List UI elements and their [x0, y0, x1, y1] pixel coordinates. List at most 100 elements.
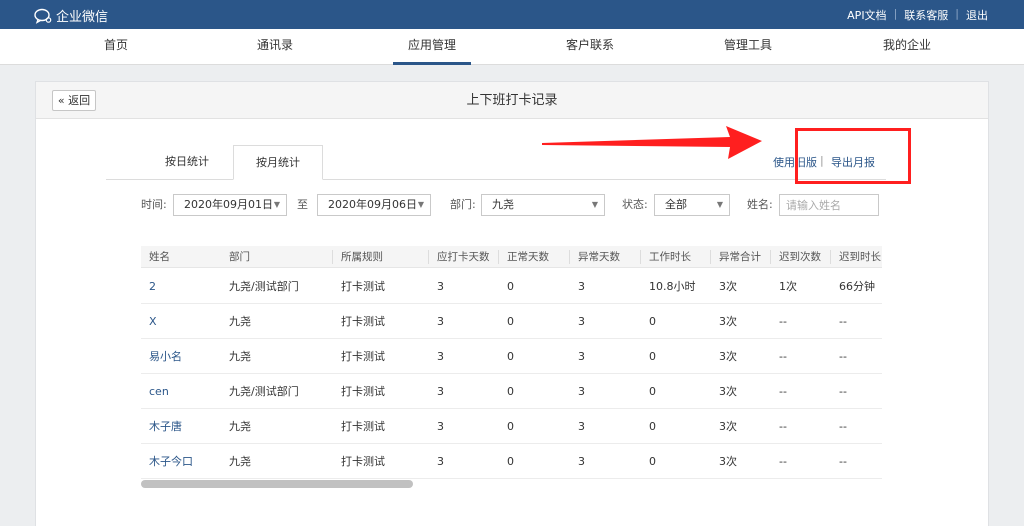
main-nav: 首页 通讯录 应用管理 客户联系 管理工具 我的企业	[0, 29, 1024, 65]
column-header[interactable]: 部门	[221, 246, 333, 268]
table-cell: 打卡测试	[341, 420, 385, 433]
table-cell: 3	[437, 350, 444, 363]
table-cell: 0	[507, 420, 514, 433]
table-cell: 3次	[719, 455, 737, 468]
table-cell: --	[839, 420, 847, 433]
status-label: 状态:	[622, 198, 648, 211]
employee-name-link[interactable]: X	[141, 304, 221, 339]
tab-monthly-stats[interactable]: 按月统计	[233, 145, 323, 180]
time-label: 时间:	[141, 198, 167, 211]
employee-name-link[interactable]: cen	[141, 374, 221, 409]
table-cell: 10.8小时	[649, 280, 696, 293]
chevron-down-icon: ▼	[591, 200, 598, 209]
employee-name-link[interactable]: 木子今口	[141, 444, 221, 479]
wecom-logo-icon	[34, 8, 52, 24]
table-cell: 打卡测试	[341, 280, 385, 293]
contact-support-link[interactable]: 联系客服	[904, 7, 948, 23]
table-row[interactable]: 木子今口 九尧 打卡测试 3 0 3 0 3次 -- --	[141, 444, 882, 479]
table-cell: 九尧/测试部门	[229, 385, 299, 398]
employee-name-link[interactable]: 木子唐	[141, 409, 221, 444]
table-cell: 3次	[719, 350, 737, 363]
table-cell: 0	[649, 385, 656, 398]
red-arrow-annotation	[542, 126, 762, 159]
column-header[interactable]: 应打卡天数	[429, 246, 499, 268]
table-cell: --	[839, 315, 847, 328]
column-header[interactable]: 工作时长	[641, 246, 711, 268]
api-docs-link[interactable]: API文档	[847, 7, 886, 23]
name-label: 姓名:	[747, 198, 773, 211]
table-cell: 3次	[719, 280, 737, 293]
nav-home[interactable]: 首页	[94, 29, 138, 65]
to-label: 至	[297, 198, 308, 211]
table-cell: 3	[578, 455, 585, 468]
table-cell: --	[839, 350, 847, 363]
table-row[interactable]: 易小名 九尧 打卡测试 3 0 3 0 3次 -- --	[141, 339, 882, 374]
table-cell: 九尧	[229, 420, 251, 433]
table-row[interactable]: X 九尧 打卡测试 3 0 3 0 3次 -- --	[141, 304, 882, 339]
table-cell: 3	[437, 385, 444, 398]
status-value: 全部	[665, 198, 687, 211]
name-search-input[interactable]	[779, 194, 879, 216]
table-cell: 九尧/测试部门	[229, 280, 299, 293]
employee-name-link[interactable]: 易小名	[141, 339, 221, 374]
table-cell: 3	[578, 315, 585, 328]
nav-customer-contact[interactable]: 客户联系	[560, 29, 620, 65]
table-cell: 0	[649, 420, 656, 433]
table-cell: 0	[507, 315, 514, 328]
table-cell: --	[779, 455, 787, 468]
table-cell: 打卡测试	[341, 350, 385, 363]
table-cell: 0	[649, 350, 656, 363]
table-cell: 1次	[779, 280, 797, 293]
column-header[interactable]: 所属规则	[333, 246, 429, 268]
table-cell: 0	[507, 350, 514, 363]
table-cell: 3	[578, 385, 585, 398]
table-cell: 0	[649, 455, 656, 468]
status-select[interactable]: 全部 ▼	[654, 194, 730, 216]
tab-daily-stats[interactable]: 按日统计	[150, 145, 224, 180]
table-row[interactable]: 木子唐 九尧 打卡测试 3 0 3 0 3次 -- --	[141, 409, 882, 444]
back-button[interactable]: « 返回	[52, 90, 96, 111]
column-header[interactable]: 迟到次数	[771, 246, 831, 268]
employee-name-link[interactable]: 2	[141, 269, 221, 304]
column-header[interactable]: 姓名	[141, 246, 221, 268]
column-header[interactable]: 迟到时长	[831, 246, 882, 268]
column-header[interactable]: 正常天数	[499, 246, 570, 268]
start-date-value: 2020年09月01日	[184, 198, 273, 211]
table-cell: --	[779, 315, 787, 328]
table-cell: 3	[437, 315, 444, 328]
table-cell: 3	[437, 420, 444, 433]
top-links: API文档 | 联系客服 | 退出	[847, 7, 988, 23]
end-date-value: 2020年09月06日	[328, 198, 417, 211]
department-select[interactable]: 九尧 ▼	[481, 194, 605, 216]
panel-header: 上下班打卡记录 « 返回	[36, 82, 988, 119]
column-header[interactable]: 异常天数	[570, 246, 641, 268]
table-cell: --	[779, 350, 787, 363]
horizontal-scrollbar[interactable]	[141, 480, 413, 488]
table-cell: 九尧	[229, 455, 251, 468]
logo[interactable]: 企业微信	[34, 6, 108, 25]
column-header[interactable]: 异常合计	[711, 246, 771, 268]
page-title: 上下班打卡记录	[466, 93, 558, 108]
start-date-select[interactable]: 2020年09月01日 ▼	[173, 194, 287, 216]
table-cell: 打卡测试	[341, 315, 385, 328]
nav-my-enterprise[interactable]: 我的企业	[877, 29, 937, 65]
table-cell: 打卡测试	[341, 385, 385, 398]
table-cell: 0	[507, 455, 514, 468]
nav-app-management[interactable]: 应用管理	[393, 29, 471, 65]
end-date-select[interactable]: 2020年09月06日 ▼	[317, 194, 431, 216]
logout-link[interactable]: 退出	[966, 7, 988, 23]
table-cell: 九尧	[229, 350, 251, 363]
nav-management-tools[interactable]: 管理工具	[718, 29, 778, 65]
table-row[interactable]: 2 九尧/测试部门 打卡测试 3 0 3 10.8小时 3次 1次 66分钟	[141, 269, 882, 304]
table-cell: 3	[437, 455, 444, 468]
table-row[interactable]: cen 九尧/测试部门 打卡测试 3 0 3 0 3次 -- --	[141, 374, 882, 409]
table-cell: 3次	[719, 315, 737, 328]
table-cell: --	[839, 385, 847, 398]
nav-contacts[interactable]: 通讯录	[250, 29, 300, 65]
dept-label: 部门:	[450, 198, 476, 211]
logo-text: 企业微信	[56, 10, 109, 25]
top-link-separator: |	[955, 7, 959, 20]
table-cell: 3次	[719, 420, 737, 433]
chevron-down-icon: ▼	[273, 200, 280, 209]
table-cell: 九尧	[229, 315, 251, 328]
